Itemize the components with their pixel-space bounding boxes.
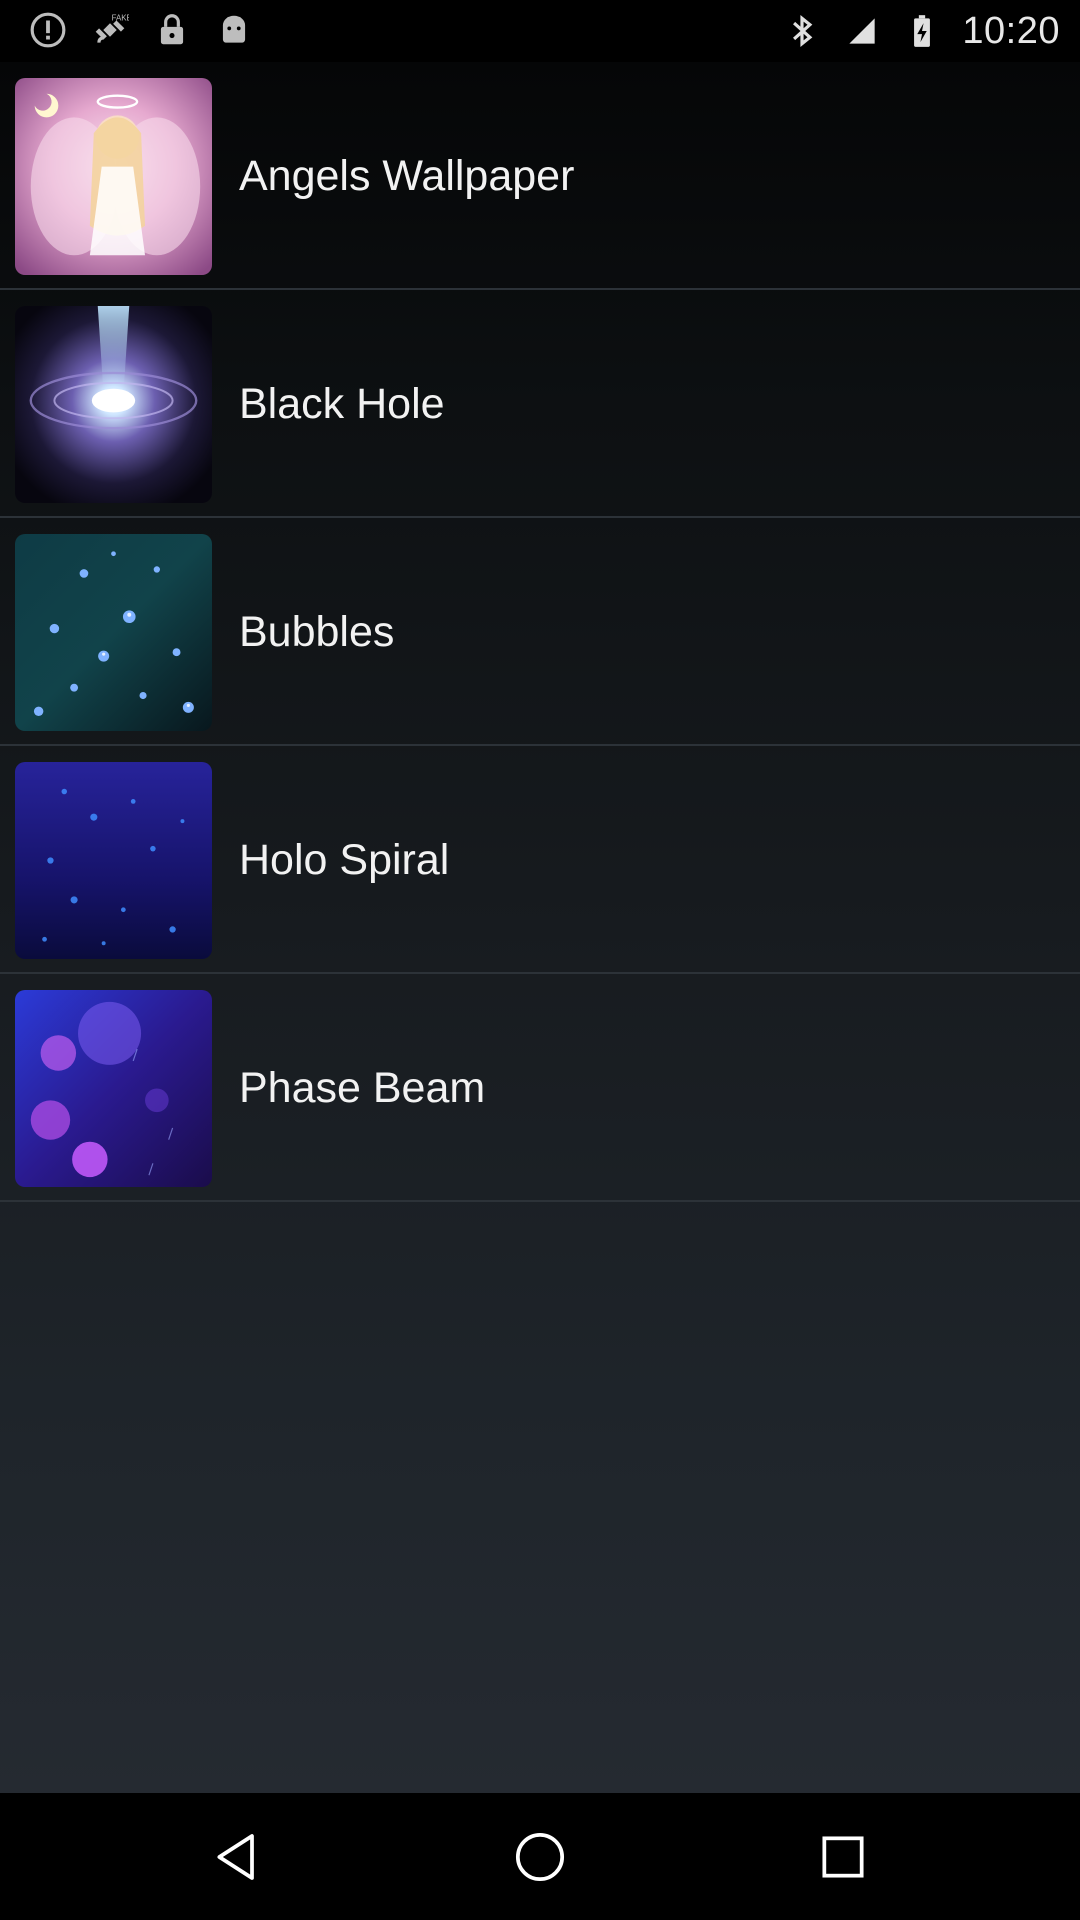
holo-spiral-thumbnail: [15, 762, 212, 959]
status-left-icons: FAKE: [28, 10, 254, 50]
list-item-phase-beam[interactable]: Phase Beam: [0, 974, 1080, 1202]
back-button[interactable]: [198, 1820, 278, 1894]
item-label: Holo Spiral: [239, 836, 450, 884]
status-bar: FAKE 10:20: [0, 0, 1080, 62]
item-label: Black Hole: [239, 380, 445, 428]
bubbles-thumbnail: [15, 534, 212, 731]
phase-beam-thumbnail: [15, 990, 212, 1187]
recents-icon: [822, 1836, 864, 1878]
status-right-icons: 10:20: [782, 6, 1060, 56]
screen: FAKE 10:20: [0, 0, 1080, 1920]
list-item-bubbles[interactable]: Bubbles: [0, 518, 1080, 746]
navigation-bar: [0, 1793, 1080, 1920]
alert-circle-icon: [28, 10, 68, 50]
status-clock: 10:20: [962, 10, 1060, 52]
black-hole-thumbnail: [15, 306, 212, 503]
fake-gps-satellite-icon: FAKE: [90, 10, 130, 50]
svg-text:FAKE: FAKE: [112, 14, 129, 23]
item-label: Phase Beam: [239, 1064, 486, 1112]
angel-thumbnail: [15, 78, 212, 275]
item-label: Angels Wallpaper: [239, 152, 575, 200]
home-icon: [515, 1832, 565, 1882]
back-icon: [217, 1834, 254, 1880]
list-item-angels-wallpaper[interactable]: Angels Wallpaper: [0, 62, 1080, 290]
item-label: Bubbles: [239, 608, 395, 656]
list-item-holo-spiral[interactable]: Holo Spiral: [0, 746, 1080, 974]
list-item-black-hole[interactable]: Black Hole: [0, 290, 1080, 518]
battery-charging-icon: [902, 11, 942, 51]
android-icon: [214, 10, 254, 50]
recents-button[interactable]: [803, 1820, 883, 1894]
signal-icon: [842, 11, 882, 51]
home-button[interactable]: [500, 1820, 580, 1894]
bluetooth-icon: [782, 11, 822, 51]
lock-icon: [152, 10, 192, 50]
wallpaper-list: Angels Wallpaper Black Hole Bubbles Holo…: [0, 62, 1080, 1793]
